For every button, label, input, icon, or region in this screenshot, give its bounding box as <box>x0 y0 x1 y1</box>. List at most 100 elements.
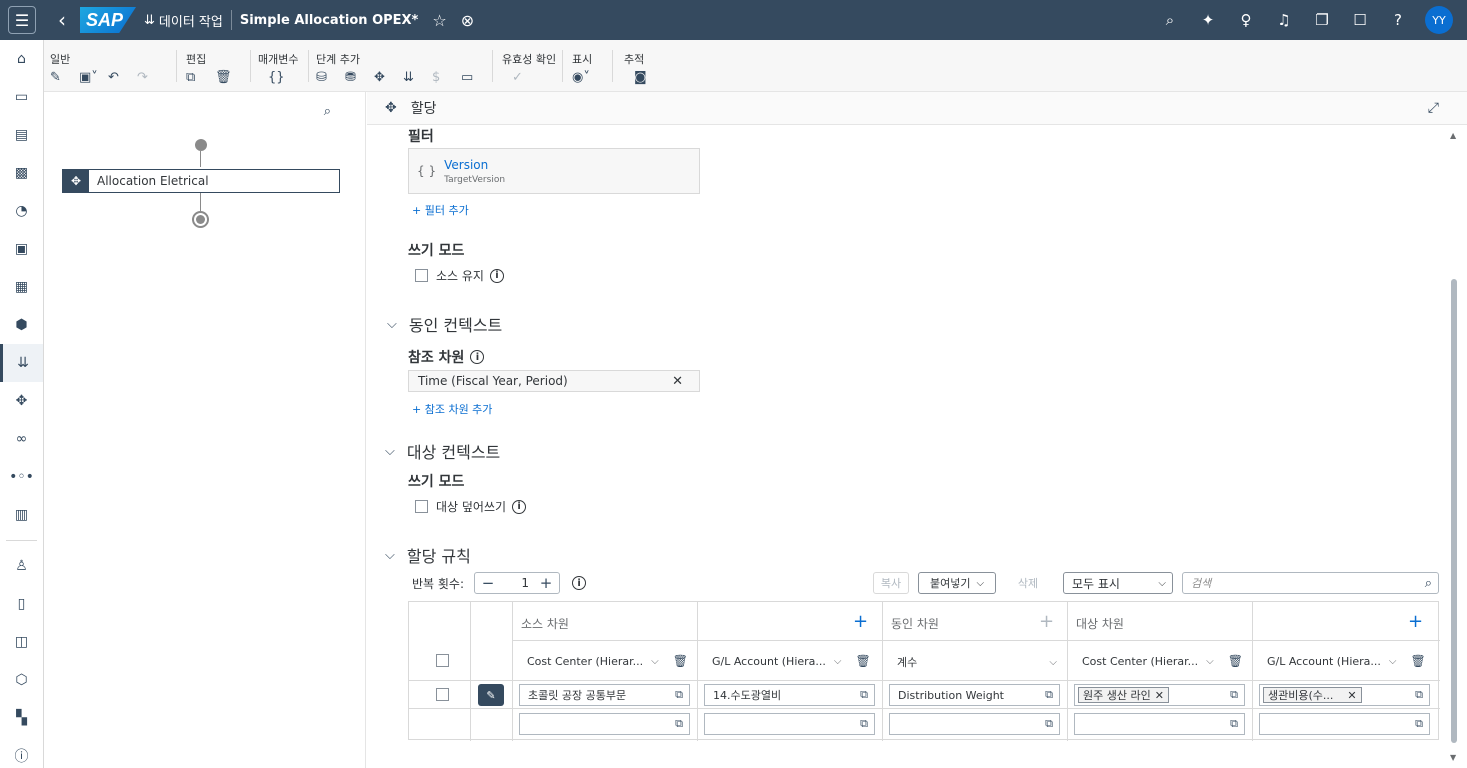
src-gl-cell-empty[interactable]: ⧉ <box>704 713 875 735</box>
chevron-down-icon[interactable]: ⌵ <box>1206 656 1214 667</box>
trash-icon[interactable]: 🗑 <box>856 654 871 668</box>
currency-icon[interactable]: $ <box>432 70 461 85</box>
help-icon[interactable]: ? <box>1379 11 1417 29</box>
select-all-checkbox[interactable] <box>436 654 449 667</box>
notification-bell-icon[interactable]: ♫ <box>1265 11 1303 29</box>
add-source-dim-icon[interactable]: + <box>853 611 868 632</box>
trash-icon[interactable]: 🗑 <box>215 70 244 85</box>
eye-dropdown-icon[interactable]: ◉˅ <box>572 70 604 85</box>
cube-icon[interactable]: ⬢ <box>0 306 43 344</box>
search-icon[interactable]: ⌕ <box>1425 576 1432 591</box>
workflow-icon[interactable]: •◦• <box>0 458 43 496</box>
favorite-star-icon[interactable]: ☆ <box>432 11 446 30</box>
trash-icon[interactable]: 🗑 <box>673 654 688 668</box>
home-icon[interactable]: ⌂ <box>0 40 43 78</box>
tgt-gl-cell[interactable]: 생관비용(수... ✕ ⧉ <box>1259 684 1430 706</box>
script-icon[interactable]: ▭ <box>461 70 490 85</box>
expand-icon[interactable]: ⤢ <box>1428 100 1439 116</box>
redo-icon[interactable]: ↷ <box>137 70 166 85</box>
value-help-icon[interactable]: ⧉ <box>1415 717 1423 731</box>
add-driver-dim-icon[interactable]: + <box>1039 611 1054 632</box>
tgt-gl-cell-empty[interactable]: ⧉ <box>1259 713 1430 735</box>
copy-step-icon[interactable]: ⛁ <box>316 70 345 85</box>
target-context-header[interactable]: ⌵ 대상 컨텍스트 <box>385 439 500 463</box>
binoculars-icon[interactable]: ∞ <box>0 420 43 458</box>
src-gl-dim-label[interactable]: G/L Account (Hiera... <box>712 655 826 668</box>
allocation-step-icon[interactable]: ✥ <box>374 70 403 85</box>
stories-icon[interactable]: ▤ <box>0 116 43 154</box>
trash-icon[interactable]: 🗑 <box>1411 654 1426 668</box>
scroll-down-icon[interactable]: ▼ <box>1450 753 1456 762</box>
copy-button[interactable]: 복사 <box>873 572 909 594</box>
joule-icon[interactable]: ✦ <box>1189 11 1227 29</box>
info-icon[interactable]: i <box>489 268 504 283</box>
system-info-icon[interactable]: ⓘ <box>0 737 43 768</box>
trash-icon[interactable]: 🗑 <box>1228 654 1243 668</box>
keep-source-checkbox[interactable] <box>415 269 428 282</box>
vertical-scrollbar[interactable]: ▲ ▼ <box>1448 125 1460 768</box>
menu-button[interactable]: ☰ <box>0 0 44 40</box>
back-button[interactable]: ‹ <box>44 8 80 32</box>
validate-check-icon[interactable]: ✓ <box>502 70 531 85</box>
src-gl-cell[interactable]: 14.수도광열비 ⧉ <box>704 684 875 706</box>
save-dropdown-icon[interactable]: ▣˅ <box>79 70 108 85</box>
decrement-icon[interactable]: − <box>475 574 501 592</box>
remove-icon[interactable]: ✕ <box>672 374 683 389</box>
files-icon[interactable]: ▭ <box>0 78 43 116</box>
value-help-icon[interactable]: ⧉ <box>860 717 868 731</box>
tgt-gl-dim-label[interactable]: G/L Account (Hiera... <box>1267 655 1381 668</box>
tgt-cc-cell-empty[interactable]: ⧉ <box>1074 713 1245 735</box>
allocation-icon[interactable]: ✥ <box>0 382 43 420</box>
value-help-icon[interactable]: ⧉ <box>1230 717 1238 731</box>
value-help-icon[interactable]: ⧉ <box>1230 688 1238 702</box>
close-circle-icon[interactable]: ⊗ <box>461 11 474 30</box>
discussion-icon[interactable]: ❐ <box>1303 11 1341 29</box>
row-checkbox[interactable] <box>436 688 449 701</box>
data-analyzer-icon[interactable]: ▣ <box>0 230 43 268</box>
cross-model-copy-icon[interactable]: ⛃ <box>345 70 374 85</box>
info-icon[interactable]: i <box>572 576 587 590</box>
value-help-icon[interactable]: ⧉ <box>675 688 683 702</box>
security-lock-icon[interactable]: ◫ <box>0 623 43 661</box>
digital-boardroom-icon[interactable]: ◔ <box>0 192 43 230</box>
braces-icon[interactable]: {} <box>258 70 287 85</box>
ref-dim-token[interactable]: Time (Fiscal Year, Period) ✕ <box>408 370 700 392</box>
undo-icon[interactable]: ↶ <box>108 70 137 85</box>
sap-logo[interactable]: SAP <box>80 7 136 33</box>
edit-row-button[interactable]: ✎ <box>478 684 504 706</box>
remove-token-icon[interactable]: ✕ <box>1155 689 1164 702</box>
search-icon[interactable]: ⌕ <box>1151 11 1189 29</box>
src-cc-cell-empty[interactable]: ⧉ <box>519 713 690 735</box>
increment-icon[interactable]: + <box>533 574 559 592</box>
avatar[interactable]: YY <box>1425 6 1453 34</box>
chevron-down-icon[interactable]: ⌵ <box>1389 656 1397 667</box>
iterations-value[interactable]: 1 <box>501 576 533 590</box>
delete-button[interactable]: 삭제 <box>1010 572 1046 594</box>
value-help-icon[interactable]: ⧉ <box>1415 688 1423 702</box>
embedded-action-icon[interactable]: ⇊ <box>403 70 432 85</box>
chevron-down-icon[interactable]: ⌵ <box>1049 657 1057 668</box>
feedback-icon[interactable]: ☐ <box>1341 11 1379 29</box>
add-target-dim-icon[interactable]: + <box>1408 611 1423 632</box>
lightbulb-icon[interactable]: ♀ <box>1227 11 1265 29</box>
info-icon[interactable]: i <box>470 350 485 364</box>
src-cc-dim-label[interactable]: Cost Center (Hierar... <box>527 655 643 668</box>
catalog-icon[interactable]: ▯ <box>0 585 43 623</box>
tgt-cc-dim-label[interactable]: Cost Center (Hierar... <box>1082 655 1198 668</box>
chevron-down-icon[interactable]: ⌵ <box>651 656 659 667</box>
chevron-down-icon[interactable]: ⌵ <box>834 656 842 667</box>
driver-cell[interactable]: Distribution Weight ⧉ <box>889 684 1060 706</box>
copy-icon[interactable]: ⧉ <box>186 70 215 85</box>
paste-button[interactable]: 붙여넣기 ⌵ <box>918 572 996 594</box>
rules-search-input[interactable]: 검색 ⌕ <box>1182 572 1439 594</box>
src-cc-cell[interactable]: 초콜릿 공장 공통부문 ⧉ <box>519 684 690 706</box>
value-help-icon[interactable]: ⧉ <box>1045 688 1053 702</box>
analytic-app-icon[interactable]: ▩ <box>0 154 43 192</box>
allocation-rules-header[interactable]: ⌵ 할당 규칙 <box>385 543 471 567</box>
trace-record-icon[interactable]: ◙ <box>624 70 653 85</box>
deployment-icon[interactable]: ⬡ <box>0 661 43 699</box>
connections-icon[interactable]: ▚ <box>0 699 43 737</box>
remove-token-icon[interactable]: ✕ <box>1347 689 1356 702</box>
info-icon[interactable]: i <box>512 499 527 514</box>
driver-context-header[interactable]: ⌵ 동인 컨텍스트 <box>387 312 502 336</box>
